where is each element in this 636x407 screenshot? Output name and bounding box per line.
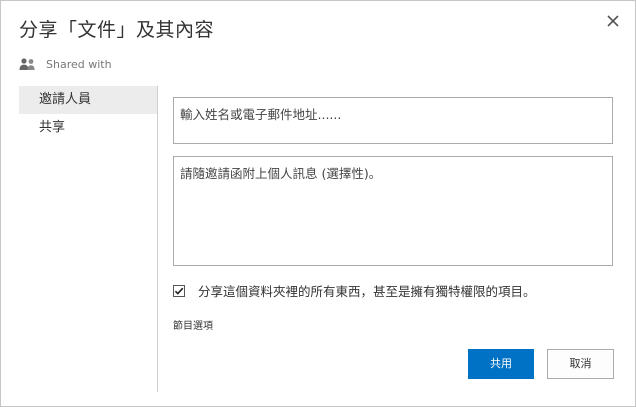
close-icon[interactable] (605, 13, 621, 29)
invite-placeholder: 輸入姓名或電子郵件地址...... (180, 107, 342, 122)
invite-people-input[interactable]: 輸入姓名或電子郵件地址...... (173, 97, 613, 144)
message-placeholder: 請隨邀請函附上個人訊息 (選擇性)。 (180, 166, 382, 181)
share-button[interactable]: 共用 (468, 349, 534, 379)
close-button[interactable] (605, 13, 621, 29)
share-dialog: 分享「文件」及其內容 Shared with 邀請人員 共享 輸入姓名或電子郵件… (0, 0, 636, 407)
dialog-title: 分享「文件」及其內容 (19, 19, 215, 41)
sidebar-item-invite-people[interactable]: 邀請人員 (19, 86, 157, 114)
sidebar-item-label: 共享 (39, 120, 66, 135)
sidebar-item-share[interactable]: 共享 (19, 114, 157, 142)
show-options-link[interactable]: 節目選項 (173, 317, 213, 332)
shared-with-row[interactable]: Shared with (19, 56, 112, 72)
cancel-button[interactable]: 取消 (547, 349, 614, 379)
sidebar-item-label: 邀請人員 (39, 92, 92, 107)
share-sidebar: 邀請人員 共享 (19, 86, 158, 392)
share-everything-checkbox[interactable] (173, 284, 185, 297)
checkmark-icon (174, 287, 184, 295)
shared-with-label[interactable]: Shared with (46, 58, 112, 71)
share-everything-option[interactable]: 分享這個資料夾裡的所有東西，甚至是擁有獨特權限的項目。 (173, 281, 536, 300)
personal-message-textarea[interactable]: 請隨邀請函附上個人訊息 (選擇性)。 (173, 156, 613, 266)
people-icon (19, 57, 37, 71)
share-everything-label: 分享這個資料夾裡的所有東西，甚至是擁有獨特權限的項目。 (198, 284, 536, 299)
